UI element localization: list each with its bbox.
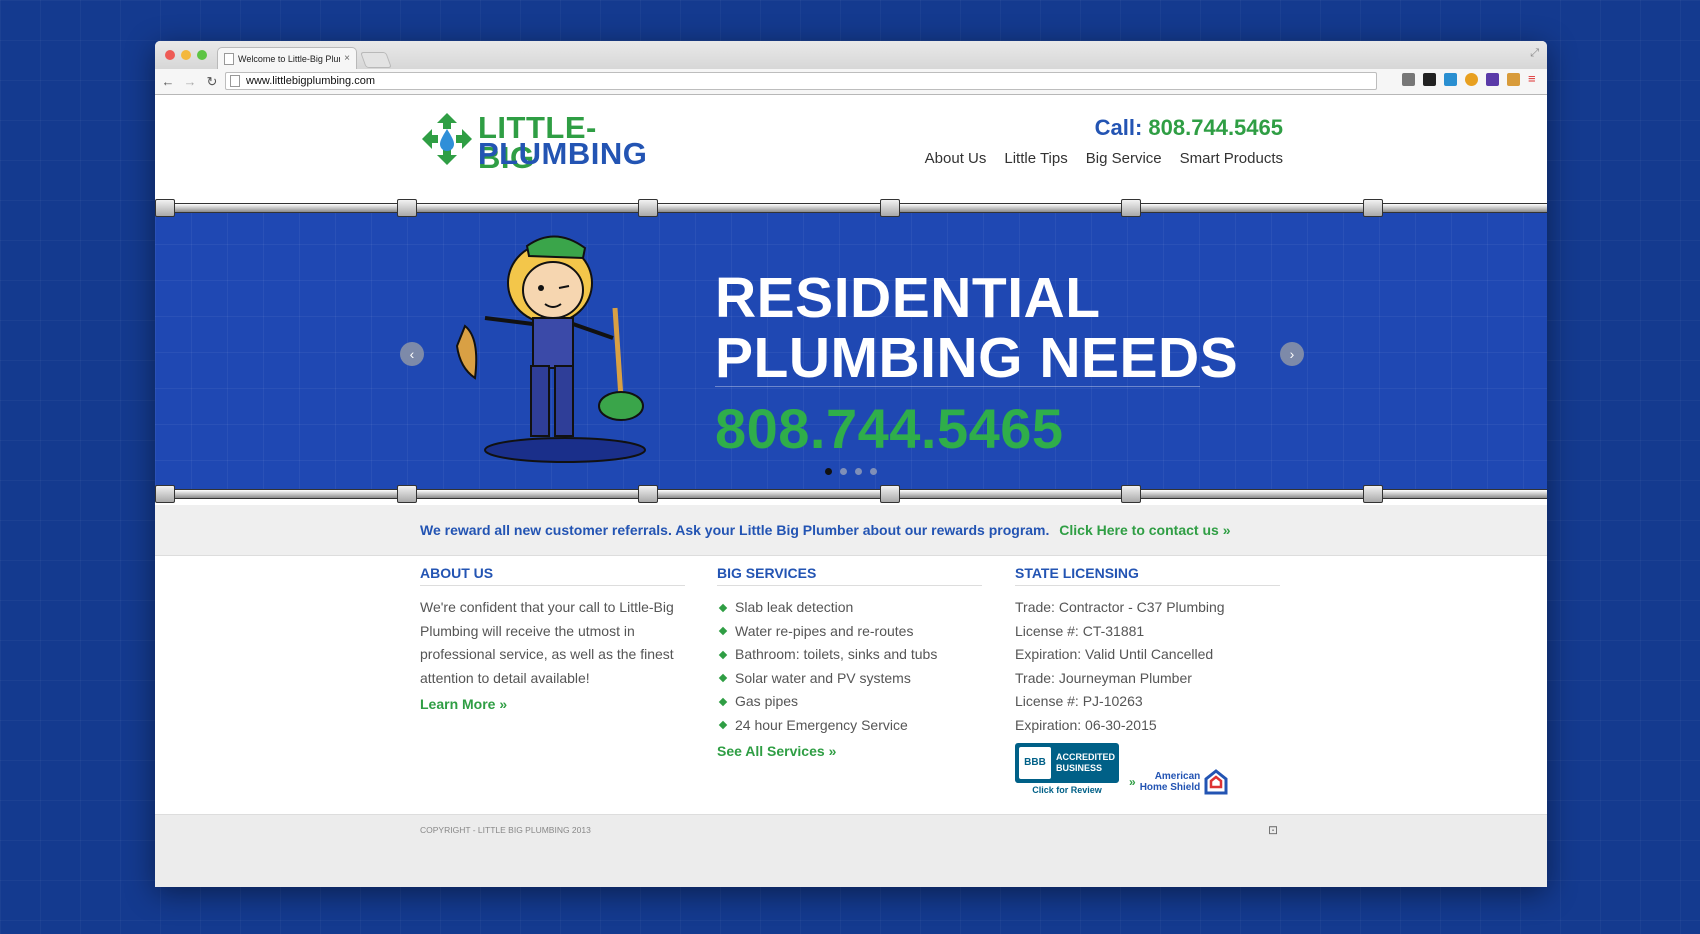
website: LITTLE-BIG PLUMBING Call: 808.744.5465 A…: [155, 95, 1547, 887]
site-footer: COPYRIGHT - LITTLE BIG PLUMBING 2013 ⊡: [155, 814, 1547, 887]
header-call[interactable]: Call: 808.744.5465: [1095, 115, 1283, 141]
license-line: License #: PJ-10263: [1015, 693, 1143, 709]
referral-text-row: We reward all new customer referrals. As…: [420, 522, 1230, 538]
banner-phone[interactable]: 808.744.5465: [715, 396, 1064, 461]
url-field[interactable]: www.littlebigplumbing.com: [225, 72, 1377, 90]
url-text: www.littlebigplumbing.com: [246, 75, 375, 87]
double-arrow-icon: »: [499, 696, 508, 712]
logo-drop-icon: [422, 113, 472, 165]
pipe-bottom: [155, 485, 1547, 503]
menu-icon[interactable]: ≡: [1528, 72, 1541, 86]
address-toolbar: ← → ↻ www.littlebigplumbing.com ≡: [155, 69, 1547, 95]
see-all-services-link[interactable]: See All Services »: [717, 743, 982, 759]
nav-big-service[interactable]: Big Service: [1086, 150, 1162, 167]
call-number: 808.744.5465: [1148, 115, 1283, 140]
zoom-window-button[interactable]: [197, 50, 207, 60]
call-label: Call:: [1094, 115, 1143, 140]
slider-dot-2[interactable]: [840, 468, 847, 475]
bookmark-icon[interactable]: [1507, 73, 1520, 86]
about-column: ABOUT US We're confident that your call …: [420, 565, 685, 712]
browser-window: Welcome to Little-Big Plum × ⤢ ← → ↻ www…: [155, 41, 1547, 887]
wrench-icon[interactable]: [1402, 73, 1415, 86]
referral-bar: We reward all new customer referrals. As…: [155, 505, 1547, 556]
tab-close-icon[interactable]: ×: [344, 53, 350, 64]
services-title: BIG SERVICES: [717, 565, 982, 586]
license-line: License #: CT-31881: [1015, 622, 1145, 639]
double-arrow-icon: »: [1222, 522, 1231, 538]
hero-banner: ‹ › RESIDENTIAL PLUMBING NEEDS 808.744.5…: [155, 208, 1547, 494]
extensions-bar: ≡: [1402, 72, 1541, 86]
page-icon: [230, 75, 240, 87]
bbb-review-link: Click for Review: [1032, 785, 1102, 795]
license-line: Expiration: Valid Until Cancelled: [1015, 646, 1214, 662]
license-line: Expiration: 06-30-2015: [1015, 716, 1157, 733]
new-tab-button[interactable]: [360, 52, 392, 68]
banner-headline: RESIDENTIAL PLUMBING NEEDS: [715, 268, 1238, 388]
logo-text-bottom: PLUMBING: [478, 136, 648, 171]
list-item: Solar water and PV systems: [717, 667, 982, 691]
double-arrow-icon: »: [828, 743, 837, 759]
bbb-logo-icon: BBB: [1019, 747, 1051, 779]
contact-link[interactable]: Click Here to contact us »: [1059, 522, 1230, 538]
about-title: ABOUT US: [420, 565, 685, 586]
referral-text: We reward all new customer referrals. As…: [420, 522, 1050, 538]
page-icon: [224, 52, 234, 65]
bullet-icon: [718, 674, 728, 683]
nav-about-us[interactable]: About Us: [925, 150, 987, 167]
slider-dot-1[interactable]: [825, 468, 832, 475]
reload-icon[interactable]: ↻: [203, 74, 221, 90]
headline-line1: RESIDENTIAL: [715, 266, 1101, 330]
extension-icon[interactable]: [1486, 73, 1499, 86]
bullet-icon: [718, 627, 728, 636]
american-home-shield-badge[interactable]: » American Home Shield: [1129, 769, 1228, 795]
license-line: Trade: Contractor - C37 Plumbing: [1015, 599, 1225, 615]
list-item: Gas pipes: [717, 690, 982, 714]
slider-dots: [825, 468, 877, 475]
licensing-column: STATE LICENSING Trade: Contractor - C37 …: [1015, 565, 1280, 795]
license-line: Trade: Journeyman Plumber: [1015, 669, 1192, 686]
list-item: Slab leak detection: [717, 596, 982, 620]
accreditation-badges: BBB ACCREDITED BUSINESS Click for Review …: [1015, 743, 1280, 795]
window-controls: [165, 50, 207, 60]
about-text: We're confident that your call to Little…: [420, 599, 674, 686]
slider-next-button[interactable]: ›: [1280, 342, 1304, 366]
footer-camera-icon[interactable]: ⊡: [1268, 823, 1278, 837]
learn-more-link[interactable]: Learn More »: [420, 696, 685, 712]
tab-title: Welcome to Little-Big Plum: [238, 53, 341, 64]
minimize-window-button[interactable]: [181, 50, 191, 60]
banner-divider: [715, 386, 1200, 387]
slider-prev-button[interactable]: ‹: [400, 342, 424, 366]
licensing-title: STATE LICENSING: [1015, 565, 1280, 586]
back-icon[interactable]: ←: [159, 74, 177, 89]
list-item: 24 hour Emergency Service: [717, 714, 982, 738]
bullet-icon: [718, 650, 728, 659]
pipe-top: [155, 199, 1547, 217]
slider-dot-3[interactable]: [855, 468, 862, 475]
site-logo[interactable]: LITTLE-BIG PLUMBING: [420, 111, 650, 173]
nav-little-tips[interactable]: Little Tips: [1004, 150, 1067, 167]
fullscreen-icon[interactable]: ⤢: [1530, 47, 1539, 60]
bbb-badge[interactable]: BBB ACCREDITED BUSINESS Click for Review: [1015, 743, 1119, 795]
slider-dot-4[interactable]: [870, 468, 877, 475]
double-arrow-icon: »: [1129, 775, 1136, 789]
home-shield-icon: [1204, 769, 1228, 795]
forward-icon[interactable]: →: [181, 74, 199, 89]
main-nav: About Us Little Tips Big Service Smart P…: [925, 150, 1283, 167]
bullet-icon: [718, 721, 728, 730]
browser-tab[interactable]: Welcome to Little-Big Plum ×: [217, 47, 357, 69]
close-window-button[interactable]: [165, 50, 175, 60]
list-item: Bathroom: toilets, sinks and tubs: [717, 643, 982, 667]
copyright-text: COPYRIGHT - LITTLE BIG PLUMBING 2013: [420, 825, 591, 835]
bullet-icon: [718, 603, 728, 612]
browser-tabbar: Welcome to Little-Big Plum × ⤢: [155, 41, 1547, 69]
list-item: Water re-pipes and re-routes: [717, 620, 982, 644]
headline-line2: PLUMBING NEEDS: [715, 326, 1239, 390]
tweet-icon[interactable]: [1444, 73, 1457, 86]
nav-smart-products[interactable]: Smart Products: [1180, 150, 1283, 167]
bullet-icon: [718, 697, 728, 706]
color-picker-icon[interactable]: [1465, 73, 1478, 86]
services-column: BIG SERVICES Slab leak detection Water r…: [717, 565, 982, 759]
plumber-illustration: [455, 235, 646, 463]
evernote-icon[interactable]: [1423, 73, 1436, 86]
